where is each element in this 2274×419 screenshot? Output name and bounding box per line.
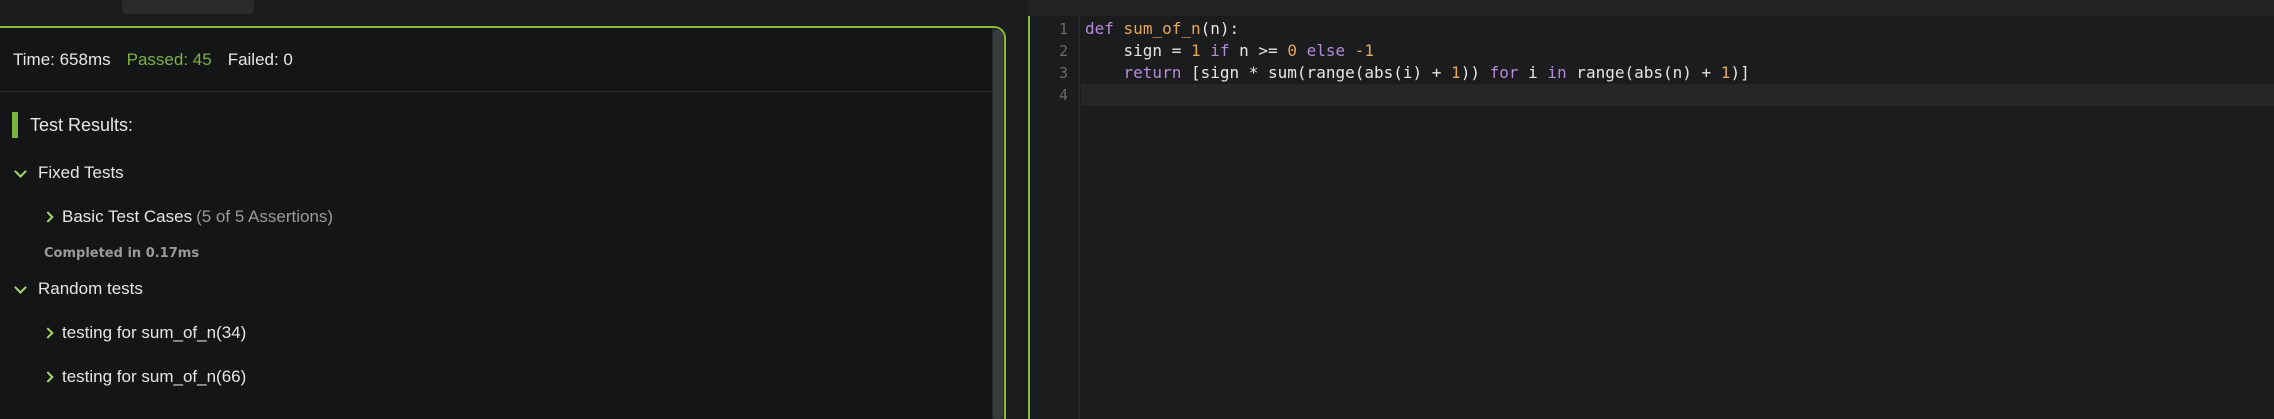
results-heading-label: Test Results: <box>30 114 134 135</box>
group-fixed-tests[interactable]: Fixed Tests <box>12 158 1004 188</box>
completed-time: Completed in 0.17ms <box>44 246 200 261</box>
test-item-basic[interactable]: Basic Test Cases (5 of 5 Assertions) <box>12 202 1004 232</box>
code-editor[interactable]: 1 2 3 4 def sum_of_n(n): sign = 1 if n >… <box>1028 16 2274 419</box>
keyword: else <box>1296 41 1346 60</box>
number-literal: -1 <box>1345 41 1375 60</box>
chevron-down-icon[interactable] <box>14 280 27 294</box>
keyword: def <box>1085 19 1114 38</box>
test-item-random-2[interactable]: testing for sum_of_n(66) <box>12 362 1004 392</box>
code-text: (n): <box>1200 19 1240 38</box>
test-item-label[interactable]: Basic Test Cases <box>62 207 192 227</box>
code-text: )) <box>1460 63 1490 82</box>
number-literal: 0 <box>1287 41 1297 60</box>
line-number: 2 <box>1058 42 1068 60</box>
chevron-right-icon[interactable] <box>42 211 54 223</box>
number-literal: 1 <box>1720 63 1731 82</box>
line-number: 1 <box>1058 20 1068 38</box>
keyword: for <box>1489 63 1519 82</box>
test-item-random-1[interactable]: testing for sum_of_n(34) <box>12 318 1004 348</box>
keyword: if <box>1200 41 1230 60</box>
code-text: sign = <box>1085 41 1191 60</box>
stats-bar: Time: 658ms Passed: 45 Failed: 0 <box>0 28 1004 92</box>
output-panel: Time: 658ms Passed: 45 Failed: 0 Test Re… <box>0 26 1006 419</box>
heading-accent-bar <box>12 112 18 138</box>
group-label[interactable]: Fixed Tests <box>38 163 124 183</box>
code-text: [sign * sum(range(abs(i) + <box>1181 63 1452 82</box>
test-item-label[interactable]: testing for sum_of_n(66) <box>62 367 246 387</box>
line-number: 4 <box>1058 86 1068 104</box>
line-number: 3 <box>1058 64 1068 82</box>
test-results: Test Results: Fixed Tests Basic Test Cas… <box>0 110 1004 392</box>
time-stat: Time: 658ms <box>13 49 111 69</box>
group-random-tests[interactable]: Random tests <box>12 274 1004 304</box>
group-label[interactable]: Random tests <box>38 279 143 299</box>
chevron-down-icon[interactable] <box>14 164 27 178</box>
code-text: )] <box>1730 63 1750 82</box>
failed-stat: Failed: 0 <box>227 49 293 69</box>
results-heading: Test Results: <box>12 110 1004 140</box>
chevron-right-icon[interactable] <box>42 371 54 383</box>
code-text: i <box>1518 63 1548 82</box>
code-line-3[interactable]: return [sign * sum(range(abs(i) + 1)) fo… <box>1085 63 1750 82</box>
scrollbar-thumb[interactable] <box>993 30 1003 419</box>
number-literal: 1 <box>1451 63 1461 82</box>
scrollbar-track[interactable] <box>992 28 1004 419</box>
code-line-1[interactable]: def sum_of_n(n): <box>1085 19 1239 38</box>
active-line-highlight <box>1081 84 2274 106</box>
assertions-count: (5 of 5 Assertions) <box>196 207 334 226</box>
keyword: return <box>1085 63 1182 82</box>
tab-stub[interactable] <box>122 0 254 14</box>
code-text: range(abs(n) + <box>1566 63 1721 82</box>
line-gutter: 1 2 3 4 <box>1030 16 1080 419</box>
passed-stat: Passed: 45 <box>126 49 212 69</box>
code-line-2[interactable]: sign = 1 if n >= 0 else -1 <box>1085 41 1375 60</box>
code-text: n >= <box>1229 41 1288 60</box>
editor-top-strip <box>1028 0 2274 16</box>
number-literal: 1 <box>1190 41 1201 60</box>
function-name: sum_of_n <box>1123 19 1201 38</box>
keyword: in <box>1547 63 1567 82</box>
chevron-right-icon[interactable] <box>42 327 54 339</box>
test-item-label[interactable]: testing for sum_of_n(34) <box>62 323 246 343</box>
